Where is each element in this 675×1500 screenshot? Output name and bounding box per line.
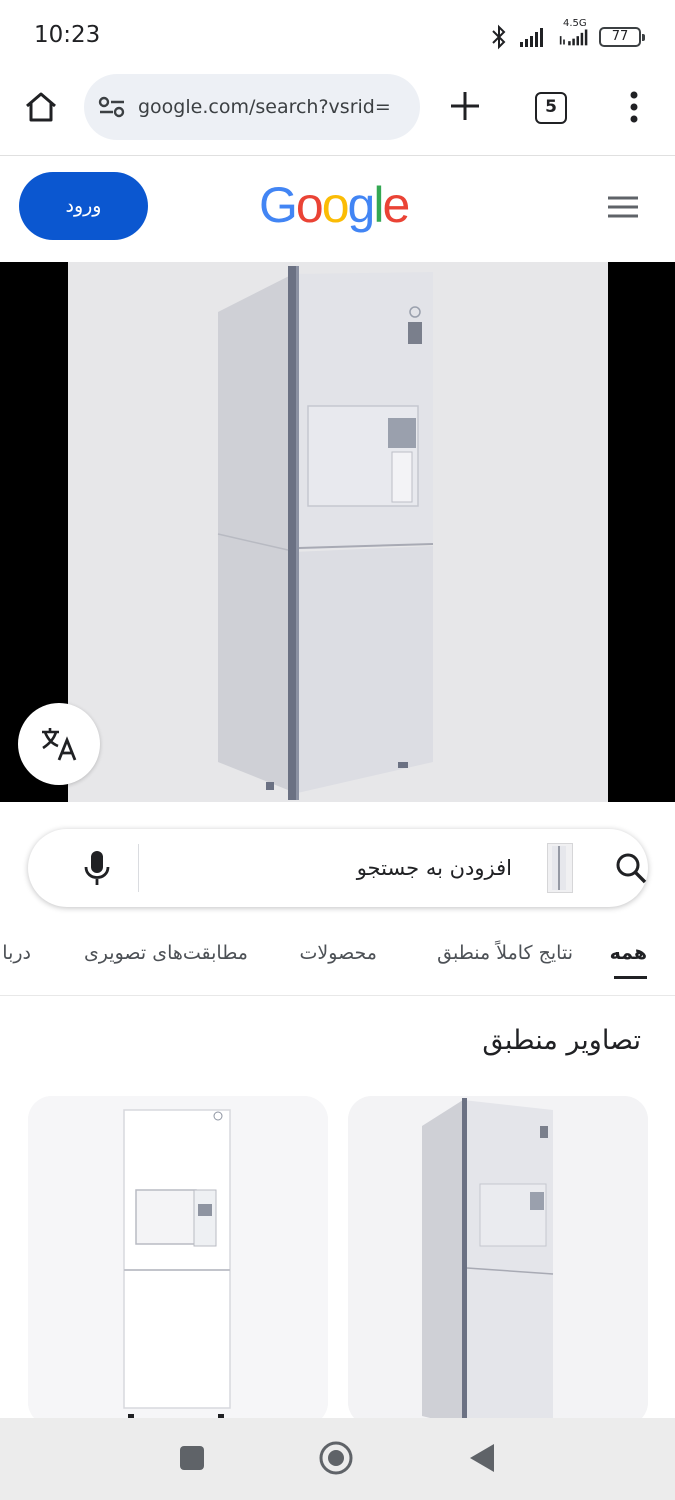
home-nav-icon[interactable] xyxy=(318,1440,354,1476)
query-image[interactable] xyxy=(68,262,608,802)
refrigerator-thumb xyxy=(552,846,566,890)
bluetooth-icon xyxy=(492,24,506,50)
tab-all[interactable]: همه xyxy=(610,942,647,964)
status-icons: 4.5G 77 xyxy=(489,18,645,54)
new-tab-icon[interactable] xyxy=(446,87,484,125)
tab-products[interactable]: محصولات xyxy=(300,942,377,964)
signal-icon-2 xyxy=(559,29,588,46)
status-time: 10:23 xyxy=(34,22,101,48)
sign-in-button[interactable]: ورود xyxy=(19,172,148,240)
result-image xyxy=(28,1096,328,1426)
logo-letter: o xyxy=(295,177,324,233)
tab-about[interactable]: دربا xyxy=(2,942,31,964)
logo-letter: G xyxy=(259,177,298,233)
google-logo[interactable]: Google xyxy=(259,176,410,234)
refrigerator-image xyxy=(217,266,434,800)
result-card[interactable] xyxy=(348,1096,648,1426)
site-settings-icon[interactable] xyxy=(98,94,126,120)
google-header: ورود Google xyxy=(0,156,675,262)
result-image xyxy=(348,1096,648,1426)
browser-toolbar: google.com/search?vsrid= 5 xyxy=(0,72,675,156)
network-type: 4.5G xyxy=(563,18,587,29)
translate-icon xyxy=(42,728,77,761)
search-box xyxy=(28,829,648,907)
filter-tabs: همه نتایج کاملاً منطبق محصولات مطابقت‌ها… xyxy=(0,930,675,996)
search-icon[interactable] xyxy=(614,851,648,885)
recents-icon[interactable] xyxy=(178,1444,206,1472)
home-icon[interactable] xyxy=(22,88,60,126)
search-input[interactable] xyxy=(148,847,514,889)
tab-switcher-button[interactable]: 5 xyxy=(535,92,567,124)
active-tab-indicator xyxy=(614,976,647,979)
signal-icon xyxy=(520,28,543,47)
url-text: google.com/search?vsrid= xyxy=(138,96,391,118)
logo-letter: g xyxy=(347,177,376,233)
query-image-thumbnail[interactable] xyxy=(547,843,573,893)
more-options-icon[interactable] xyxy=(620,88,648,126)
hamburger-menu-icon[interactable] xyxy=(606,194,640,220)
system-navigation-bar xyxy=(0,1418,675,1500)
network-signal: 4.5G xyxy=(559,18,589,48)
logo-letter: o xyxy=(321,177,350,233)
tab-exact-matches[interactable]: نتایج کاملاً منطبق xyxy=(437,942,573,964)
translate-button[interactable] xyxy=(18,703,100,785)
status-bar: 10:23 4.5G 77 xyxy=(0,0,675,72)
microphone-icon[interactable] xyxy=(82,849,112,887)
logo-letter: e xyxy=(382,177,410,233)
battery-indicator: 77 xyxy=(599,27,645,47)
section-title: تصاویر منطبق xyxy=(482,1025,641,1056)
result-card[interactable] xyxy=(28,1096,328,1426)
address-bar[interactable]: google.com/search?vsrid= xyxy=(84,74,420,140)
back-icon[interactable] xyxy=(468,1442,498,1474)
search-divider xyxy=(138,844,139,892)
image-viewer xyxy=(0,262,675,802)
tab-visual-matches[interactable]: مطابقت‌های تصویری xyxy=(84,942,248,964)
